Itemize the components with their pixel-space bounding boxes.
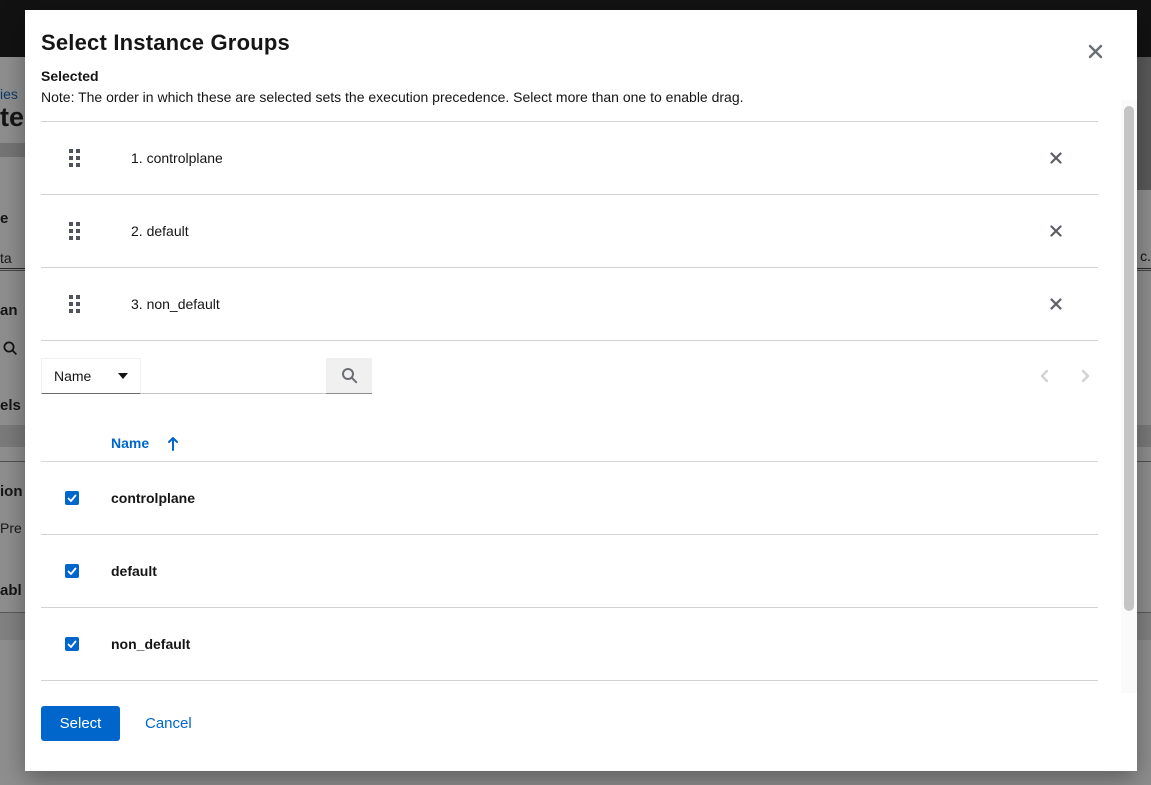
table-row[interactable]: non_default [41,608,1098,681]
instance-group-name: default [111,563,157,579]
modal-body: 1. controlplane 2. default 3. non_defaul… [41,121,1098,681]
remove-x-icon[interactable] [1048,150,1064,166]
column-header-label: Name [111,435,149,451]
remove-x-icon[interactable] [1048,223,1064,239]
filter-key-value: Name [54,368,91,384]
arrow-up-icon[interactable] [167,436,179,451]
modal-footer: Select Cancel [41,706,1121,741]
drag-handle-icon[interactable] [69,149,81,167]
drag-handle-icon[interactable] [69,222,81,240]
table-row[interactable]: default [41,535,1098,608]
select-instance-groups-modal: Select Instance Groups Selected Note: Th… [25,10,1137,771]
selected-item-row[interactable]: 1. controlplane [41,122,1098,195]
column-header-name[interactable]: Name [111,435,179,451]
remove-x-icon[interactable] [1048,296,1064,312]
modal-scrollbar-track[interactable] [1121,100,1137,693]
selected-item-label: 3. non_default [131,296,220,312]
select-button[interactable]: Select [41,706,120,741]
drag-handle-icon[interactable] [69,295,81,313]
modal-header: Select Instance Groups Selected Note: Th… [25,10,1137,121]
modal-title: Select Instance Groups [41,30,1077,56]
magnifying-glass-icon [341,367,358,384]
search-submit-button[interactable] [326,358,372,394]
check-icon [67,640,77,649]
chevron-right-icon[interactable] [1075,365,1096,387]
row-checkbox[interactable] [65,637,79,651]
table-row[interactable]: controlplane [41,462,1098,535]
search-toolbar: Name [41,358,1098,394]
caret-down-icon [118,373,128,379]
selected-section-label: Selected [41,68,1077,84]
check-icon [67,567,77,576]
filter-key-dropdown[interactable]: Name [41,358,141,394]
row-checkbox[interactable] [65,564,79,578]
precedence-note: Note: The order in which these are selec… [41,89,1077,105]
selected-item-label: 1. controlplane [131,150,223,166]
selected-item-label: 2. default [131,223,189,239]
pagination [1034,358,1096,394]
modal-scrollbar-thumb[interactable] [1124,106,1134,611]
instance-group-name: controlplane [111,490,195,506]
selected-item-row[interactable]: 3. non_default [41,268,1098,341]
row-checkbox[interactable] [65,491,79,505]
check-icon [67,494,77,503]
cancel-button[interactable]: Cancel [145,715,192,732]
table-header-row: Name [41,425,1098,462]
search-input[interactable] [141,358,326,394]
instance-group-name: non_default [111,636,190,652]
chevron-left-icon[interactable] [1034,365,1055,387]
close-icon[interactable] [1084,40,1106,62]
selected-item-row[interactable]: 2. default [41,195,1098,268]
